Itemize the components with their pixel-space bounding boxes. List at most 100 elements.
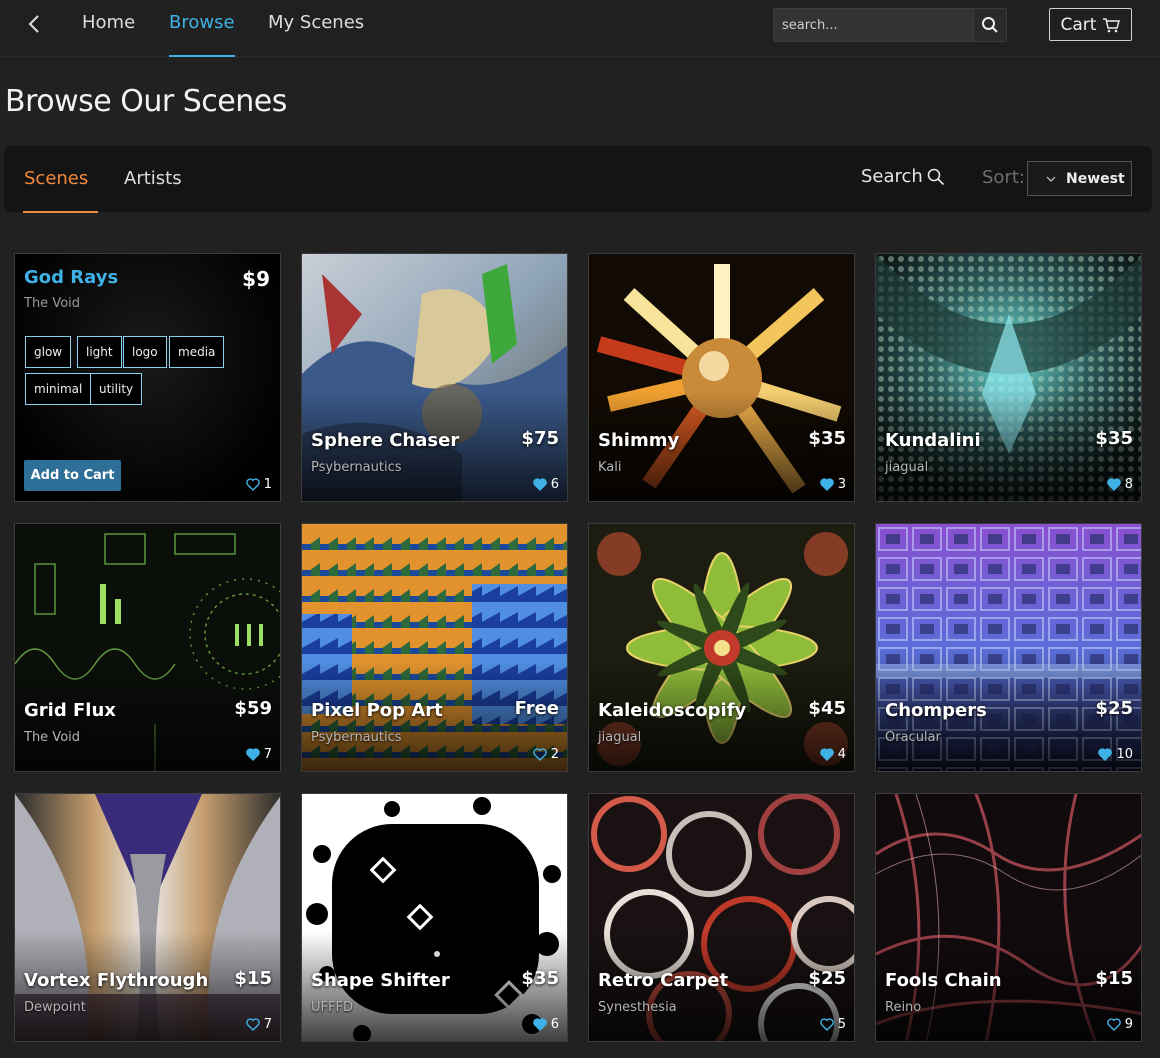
tab-scenes[interactable]: Scenes [22,168,99,213]
scene-price: $59 [234,698,272,719]
heart-filled-icon [532,478,547,491]
heart-filled-icon [1098,748,1113,761]
scene-title[interactable]: Shape Shifter [311,970,450,991]
scene-title[interactable]: Vortex Flythrough [24,970,208,991]
scene-title[interactable]: Kaleidoscopify [598,700,746,721]
like-count-value: 6 [550,477,559,492]
like-count-value: 4 [837,747,846,762]
sort-dropdown[interactable]: Newest [1027,161,1132,196]
tag-chip[interactable]: logo [123,336,167,368]
scene-artist[interactable]: The Void [24,296,80,311]
like-count[interactable]: 6 [532,1017,559,1032]
scene-artist[interactable]: Oracular [885,730,941,745]
like-count-value: 10 [1116,747,1133,762]
like-count-value: 2 [550,747,559,762]
scene-title[interactable]: Grid Flux [24,700,116,721]
like-count[interactable]: 7 [245,1017,272,1032]
chevron-left-icon [28,15,39,33]
filter-search-button[interactable]: Search [861,166,945,187]
scene-price: $9 [242,267,270,291]
scene-card[interactable]: Retro Carpet $25 Synesthesia 5 [588,793,855,1042]
scene-card-featured[interactable]: God Rays $9 The Void glow light logo med… [14,253,281,502]
like-count[interactable]: 2 [532,747,559,762]
filter-bar: Scenes Artists Search Sort: Newest [4,146,1152,213]
heart-filled-icon [819,478,834,491]
scene-artist[interactable]: Psybernautics [311,730,402,745]
like-count[interactable]: 7 [245,747,272,762]
tag-chip[interactable]: utility [90,373,143,405]
like-count[interactable]: 9 [1106,1017,1133,1032]
search-icon [927,168,944,185]
like-count[interactable]: 10 [1098,747,1133,762]
scene-price: $45 [808,698,846,719]
scene-card[interactable]: Chompers $25 Oracular 10 [875,523,1142,772]
scene-title[interactable]: Pixel Pop Art [311,700,443,721]
scene-card[interactable]: Kaleidoscopify $45 jiagual 4 [588,523,855,772]
nav-browse[interactable]: Browse [169,12,235,57]
scene-artist[interactable]: jiagual [885,460,928,475]
nav-my-scenes[interactable]: My Scenes [268,12,364,57]
cart-icon [1103,17,1121,32]
tag-chip[interactable]: media [169,336,225,368]
heart-filled-icon [819,748,834,761]
scene-card[interactable]: Kundalini $35 jiagual 8 [875,253,1142,502]
scene-artist[interactable]: UFFFD [311,1000,353,1015]
cart-button[interactable]: Cart [1049,8,1132,41]
scene-card[interactable]: Shimmy $35 Kali 3 [588,253,855,502]
scene-artist[interactable]: Reino [885,1000,921,1015]
scene-price: $25 [808,968,846,989]
like-count-value: 6 [550,1017,559,1032]
scene-artist[interactable]: Synesthesia [598,1000,677,1015]
scene-title[interactable]: Chompers [885,700,987,721]
tag-chip[interactable]: light [77,336,122,368]
scene-price: $25 [1095,698,1133,719]
tag-chip[interactable]: minimal [25,373,92,405]
scene-title[interactable]: Retro Carpet [598,970,728,991]
like-count[interactable]: 5 [819,1017,846,1032]
scene-artist[interactable]: Dewpoint [24,1000,86,1015]
cart-label: Cart [1060,14,1097,35]
scene-price: $15 [1095,968,1133,989]
like-count[interactable]: 6 [532,477,559,492]
scene-title[interactable]: Shimmy [598,430,679,451]
scene-artist[interactable]: jiagual [598,730,641,745]
scene-card[interactable]: Fools Chain $15 Reino 9 [875,793,1142,1042]
heart-outline-icon [532,748,547,761]
heart-outline-icon [245,478,260,491]
like-count-value: 7 [263,1017,272,1032]
like-count[interactable]: 4 [819,747,846,762]
scene-card[interactable]: Grid Flux $59 The Void 7 [14,523,281,772]
search-button[interactable] [973,9,1006,41]
scene-card[interactable]: Vortex Flythrough $15 Dewpoint 7 [14,793,281,1042]
scene-price: Free [514,698,559,719]
scene-artist[interactable]: Psybernautics [311,460,402,475]
nav-home[interactable]: Home [82,12,135,57]
add-to-cart-button[interactable]: Add to Cart [24,460,121,491]
scene-title[interactable]: Kundalini [885,430,981,451]
scene-title[interactable]: Fools Chain [885,970,1002,991]
chevron-down-icon [1046,176,1056,182]
back-button[interactable] [24,10,46,38]
scene-card[interactable]: Sphere Chaser $75 Psybernautics 6 [301,253,568,502]
scene-title[interactable]: Sphere Chaser [311,430,459,451]
heart-outline-icon [1106,1018,1121,1031]
scene-price: $75 [521,428,559,449]
search-input[interactable] [774,9,974,41]
like-count[interactable]: 8 [1106,477,1133,492]
scene-artist[interactable]: The Void [24,730,80,745]
scene-price: $35 [521,968,559,989]
scene-card[interactable]: Shape Shifter $35 UFFFD 6 [301,793,568,1042]
scene-card[interactable]: Pixel Pop Art Free Psybernautics 2 [301,523,568,772]
tag-chip[interactable]: glow [25,336,72,368]
like-count-value: 8 [1124,477,1133,492]
like-count-value: 5 [837,1017,846,1032]
like-count[interactable]: 1 [245,477,272,492]
scene-artist[interactable]: Kali [598,460,622,475]
tab-artists[interactable]: Artists [124,168,182,212]
global-search [773,8,1007,42]
search-icon [982,17,998,33]
like-count[interactable]: 3 [819,477,846,492]
scene-title[interactable]: God Rays [24,267,118,288]
sort-label: Sort: [982,167,1025,188]
like-count-value: 9 [1124,1017,1133,1032]
